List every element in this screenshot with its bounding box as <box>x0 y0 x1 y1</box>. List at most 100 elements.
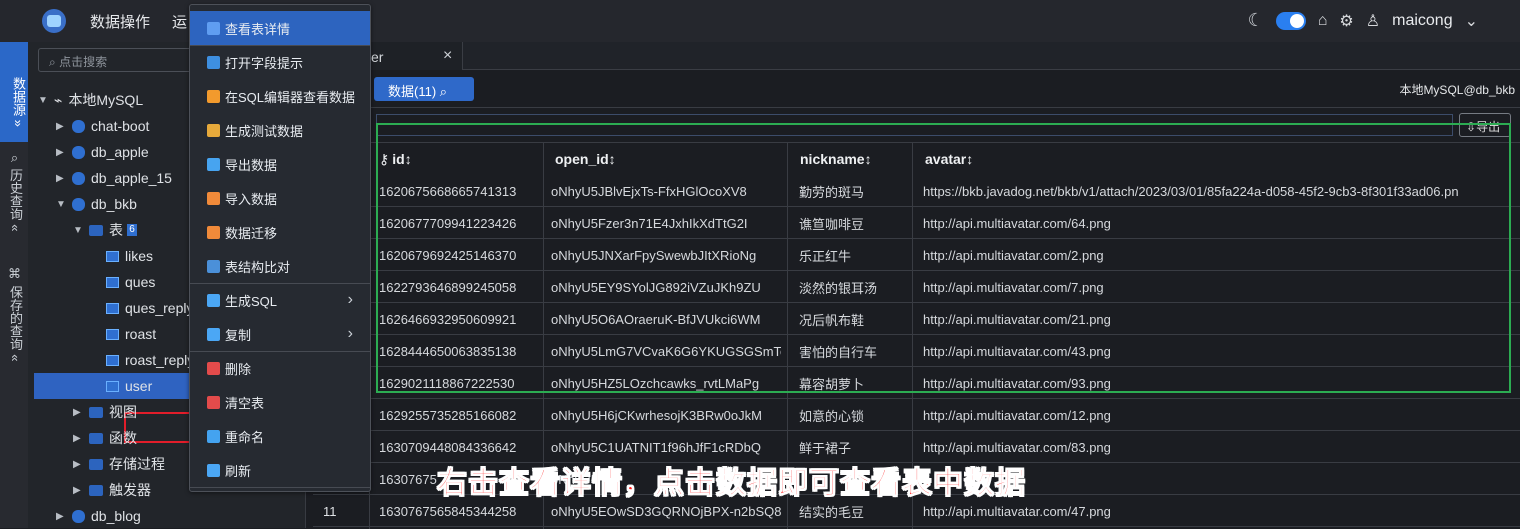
table-item[interactable]: likes <box>106 243 153 269</box>
context-menu-item[interactable]: 刷新 <box>190 453 370 487</box>
context-menu-item[interactable]: 导出数据 <box>190 147 370 181</box>
menu-truncated[interactable]: 运 <box>172 11 187 32</box>
menu-data-operations[interactable]: 数据操作 <box>90 11 150 32</box>
context-menu-item[interactable]: 打开字段提示 <box>190 45 370 79</box>
context-menu-icon <box>207 395 220 409</box>
context-menu-item[interactable]: 复制 › <box>190 317 370 351</box>
context-menu-icon <box>207 293 220 307</box>
translate-icon[interactable]: ⌂ <box>1318 12 1328 30</box>
table-item[interactable]: ques <box>106 269 155 295</box>
chevron-down-icon[interactable]: ▼ <box>38 95 54 106</box>
context-menu-item[interactable]: 重命名 <box>190 419 370 453</box>
theme-toggle[interactable] <box>1275 11 1306 30</box>
tree-db-item[interactable]: ▶ db_apple <box>56 139 149 165</box>
data-button[interactable]: 数据(11) ⌕ <box>374 77 474 101</box>
tree-root[interactable]: ▼ ⌁ 本地MySQL <box>38 87 143 113</box>
context-menu-icon <box>207 225 220 239</box>
context-menu-label: 数据迁移 <box>225 225 278 241</box>
view-icon <box>89 406 103 418</box>
username[interactable]: maicong <box>1392 12 1452 30</box>
context-menu-label: 在SQL编辑器查看数据 <box>225 89 356 105</box>
tree-db-item[interactable]: ▶ db_apple_15 <box>56 165 172 191</box>
root-label: 本地MySQL <box>68 92 144 108</box>
table-row[interactable]: 1629255735285166082 oNhyU5H6jCKwrhesojK3B… <box>313 399 1520 431</box>
table-item[interactable]: ques_reply <box>106 295 194 321</box>
tree-folder-label: 函数 <box>109 430 137 446</box>
tree-db-label: db_apple <box>91 144 149 160</box>
context-menu-item[interactable]: 表结构比对 <box>190 249 370 283</box>
context-menu-label: 删除 <box>225 361 252 377</box>
context-menu-item[interactable]: 生成测试数据 <box>190 113 370 147</box>
top-right-controls: ☾ ⌂ ⚙ ♙ maicong ⌄ <box>1248 10 1478 31</box>
tree-folder-item[interactable]: ▶ 函数 <box>73 425 137 451</box>
moon-icon: ☾ <box>1247 10 1264 30</box>
close-icon[interactable]: × <box>443 47 452 65</box>
tree-folder-item[interactable]: ▶ 触发器 <box>73 477 151 503</box>
context-menu-icon <box>207 21 220 35</box>
history-tab[interactable]: ⌕ 历史查询 « <box>6 152 25 237</box>
tree-db-item[interactable]: ▶ db_blog <box>56 503 141 529</box>
table-item[interactable]: roast <box>106 321 156 347</box>
tree-db-item[interactable]: ▶ chat-boot <box>56 113 149 139</box>
tree-folder-label: 存储过程 <box>109 456 165 472</box>
context-menu-label: 表结构比对 <box>225 259 291 275</box>
chevron-right-icon[interactable]: ▶ <box>73 459 89 470</box>
tables-count-badge: 6 <box>127 224 137 236</box>
table-label: roast <box>125 326 157 342</box>
datasource-tab[interactable]: 数据源 » <box>0 42 28 142</box>
context-menu-label: 导出数据 <box>225 157 278 173</box>
table-icon <box>106 276 119 288</box>
context-menu-icon <box>207 463 220 477</box>
table-cell[interactable]: http://api.multiavatar.com/12.png <box>923 399 1519 431</box>
context-menu-item[interactable]: 清空表 <box>190 385 370 419</box>
search-icon: ⌕ <box>439 84 448 99</box>
mysql-icon: ⌁ <box>54 91 63 108</box>
database-icon <box>72 197 85 211</box>
folder-icon <box>89 224 103 236</box>
tree-search-input[interactable]: ⌕ 点击搜索 <box>38 48 198 72</box>
table-item[interactable]: roast_reply <box>106 347 194 373</box>
datasource-label: 数据源 <box>11 77 26 117</box>
chevron-right-icon[interactable]: ▶ <box>73 407 89 418</box>
context-menu-item[interactable]: 生成SQL › <box>190 283 370 317</box>
table-label: likes <box>125 248 154 264</box>
chevron-right-icon[interactable]: ▶ <box>56 173 72 184</box>
chevron-right-icon[interactable]: ▶ <box>73 433 89 444</box>
chevron-down-icon[interactable]: ▼ <box>73 225 89 236</box>
chevron-down-icon[interactable]: ▼ <box>56 199 72 210</box>
tables-folder[interactable]: ▼ 表 6 <box>73 217 137 243</box>
database-icon <box>72 119 85 133</box>
context-menu-icon <box>207 89 220 103</box>
tree-folder-item[interactable]: ▶ 视图 <box>73 399 137 425</box>
table-cell[interactable]: 如意的心锁 <box>799 399 909 431</box>
context-menu-icon <box>207 55 220 69</box>
context-menu-item[interactable]: 导入数据 <box>190 181 370 215</box>
tree-db-item[interactable]: ▼ db_bkb <box>56 191 137 217</box>
history-icon: ⌕ <box>8 152 23 165</box>
table-cell[interactable]: 1629255735285166082 <box>379 399 539 431</box>
context-menu-label: 生成测试数据 <box>225 123 304 139</box>
tree-folder-item[interactable]: ▶ 存储过程 <box>73 451 165 477</box>
context-menu-label: 复制 <box>225 327 252 343</box>
function-icon <box>89 432 103 444</box>
context-menu-icon <box>207 361 220 375</box>
trigger-icon <box>89 484 103 496</box>
chevron-right-icon[interactable]: ▶ <box>56 121 72 132</box>
context-menu-item[interactable]: 查看表详情 <box>190 11 370 45</box>
chevron-right-icon: › <box>347 291 353 308</box>
chevron-right-icon[interactable]: ▶ <box>56 511 72 522</box>
table-cell[interactable]: oNhyU5H6jCKwrhesojK3BRw0oJkM <box>551 399 781 431</box>
saved-query-tab[interactable]: ⌘ 保存的查询 « <box>6 267 25 387</box>
context-menu-icon <box>207 191 220 205</box>
context-menu-item[interactable]: 删除 <box>190 351 370 385</box>
table-item-user[interactable]: user <box>34 373 194 399</box>
context-menu-item[interactable]: 数据迁移 <box>190 215 370 249</box>
context-menu-item[interactable]: 在SQL编辑器查看数据 <box>190 79 370 113</box>
chevron-right-icon[interactable]: ▶ <box>56 147 72 158</box>
chevron-down-icon[interactable]: ⌄ <box>1465 11 1478 31</box>
chevron-right-icon[interactable]: ▶ <box>73 485 89 496</box>
tree-folder-label: 触发器 <box>109 482 151 498</box>
context-menu-label: 生成SQL <box>225 293 278 309</box>
tree-folder-label: 视图 <box>109 404 137 420</box>
settings-icon[interactable]: ⚙ <box>1339 11 1353 31</box>
